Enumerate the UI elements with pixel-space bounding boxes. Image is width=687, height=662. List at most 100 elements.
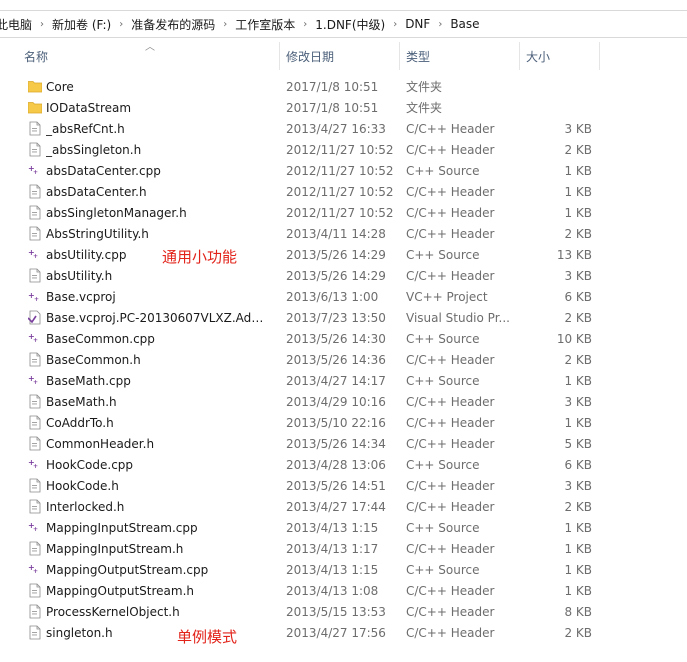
breadcrumb-separator-icon[interactable]: › bbox=[432, 19, 448, 30]
file-row[interactable]: absSingletonManager.h 2012/11/27 10:52 C/C… bbox=[0, 202, 687, 223]
folder-icon bbox=[27, 100, 43, 115]
header-file-icon bbox=[28, 184, 42, 199]
file-type: Visual Studio Pr... bbox=[406, 310, 510, 325]
address-breadcrumb[interactable]: 此电脑›新加卷 (F:)›准备发布的源码›工作室版本›1.DNF(中级)›DNF… bbox=[0, 10, 687, 38]
file-date: 2013/4/13 1:08 bbox=[286, 583, 379, 598]
file-row[interactable]: + + HookCode.cpp 2013/4/28 13:06 C++ Source 6… bbox=[0, 454, 687, 475]
file-row[interactable]: + + MappingInputStream.cpp 2013/4/13 1:15 C+… bbox=[0, 517, 687, 538]
breadcrumb-separator-icon[interactable]: › bbox=[297, 19, 313, 30]
cpp-file-icon: + + bbox=[28, 163, 42, 178]
file-type: C++ Source bbox=[406, 331, 480, 346]
file-date: 2013/5/26 14:34 bbox=[286, 436, 386, 451]
file-row[interactable]: + + Base.vcproj 2013/6/13 1:00 VC++ Project 6… bbox=[0, 286, 687, 307]
file-row[interactable]: CommonHeader.h 2013/5/26 14:34 C/C++ Heade… bbox=[0, 433, 687, 454]
svg-text:+: + bbox=[33, 253, 38, 260]
file-size: 1 KB bbox=[564, 205, 592, 220]
file-row[interactable]: singleton.h 2013/4/27 17:56 C/C++ Header 2 … bbox=[0, 622, 687, 643]
file-date: 2012/11/27 10:52 bbox=[286, 163, 394, 178]
file-size: 1 KB bbox=[564, 583, 592, 598]
file-name: MappingInputStream.cpp bbox=[46, 520, 198, 535]
file-size: 10 KB bbox=[556, 331, 592, 346]
file-row[interactable]: absUtility.h 2013/5/26 14:29 C/C++ Header 3… bbox=[0, 265, 687, 286]
annotation-singleton: 单例模式 bbox=[177, 628, 238, 646]
file-type: C/C++ Header bbox=[406, 478, 495, 493]
file-size: 3 KB bbox=[564, 394, 592, 409]
file-type: C/C++ Header bbox=[406, 226, 495, 241]
file-row[interactable]: Base.vcproj.PC-20130607VLXZ.Admin... 2013… bbox=[0, 307, 687, 328]
file-size: 1 KB bbox=[564, 415, 592, 430]
file-row[interactable]: absDataCenter.h 2012/11/27 10:52 C/C++ Hea… bbox=[0, 181, 687, 202]
file-row[interactable]: CoAddrTo.h 2013/5/10 22:16 C/C++ Header 1 K… bbox=[0, 412, 687, 433]
file-name: BaseCommon.cpp bbox=[46, 331, 155, 346]
file-date: 2013/4/27 14:17 bbox=[286, 373, 386, 388]
breadcrumb-separator-icon[interactable]: › bbox=[387, 19, 403, 30]
header-file-icon bbox=[28, 604, 42, 619]
header-file-icon bbox=[28, 499, 42, 514]
file-row[interactable]: + + absDataCenter.cpp 2012/11/27 10:52 C++ S… bbox=[0, 160, 687, 181]
breadcrumb-item[interactable]: 1.DNF(中级) bbox=[313, 16, 387, 33]
file-row[interactable]: + + BaseCommon.cpp 2013/5/26 14:30 C++ Sourc… bbox=[0, 328, 687, 349]
file-type: C/C++ Header bbox=[406, 142, 495, 157]
breadcrumb-separator-icon[interactable]: › bbox=[217, 19, 233, 30]
file-row[interactable]: MappingInputStream.h 2013/4/13 1:17 C/C++ … bbox=[0, 538, 687, 559]
file-name: HookCode.h bbox=[46, 478, 119, 493]
file-row[interactable]: HookCode.h 2013/5/26 14:51 C/C++ Header 3 K… bbox=[0, 475, 687, 496]
header-file-icon bbox=[28, 268, 42, 283]
file-name: absDataCenter.cpp bbox=[46, 163, 161, 178]
file-type: C/C++ Header bbox=[406, 499, 495, 514]
file-row[interactable]: Core 2017/1/8 10:51 文件夹 bbox=[0, 76, 687, 97]
breadcrumb-item[interactable]: 新加卷 (F:) bbox=[50, 16, 113, 33]
breadcrumb-separator-icon[interactable]: › bbox=[113, 19, 129, 30]
file-date: 2013/5/26 14:30 bbox=[286, 331, 386, 346]
file-size: 1 KB bbox=[564, 562, 592, 577]
file-name: singleton.h bbox=[46, 625, 113, 640]
column-header-type[interactable]: 类型 bbox=[400, 42, 520, 70]
file-date: 2013/5/15 13:53 bbox=[286, 604, 386, 619]
breadcrumb-separator-icon[interactable]: › bbox=[34, 19, 50, 30]
breadcrumb-item[interactable]: DNF bbox=[403, 17, 432, 31]
column-header-date[interactable]: 修改日期 bbox=[280, 42, 400, 70]
column-header-date-label: 修改日期 bbox=[286, 49, 335, 64]
file-size: 3 KB bbox=[564, 478, 592, 493]
file-row[interactable]: AbsStringUtility.h 2013/4/11 14:28 C/C++ H… bbox=[0, 223, 687, 244]
file-row[interactable]: BaseMath.h 2013/4/29 10:16 C/C++ Header 3 K… bbox=[0, 391, 687, 412]
file-name: absUtility.cpp bbox=[46, 247, 127, 262]
file-row[interactable]: BaseCommon.h 2013/5/26 14:36 C/C++ Header 2… bbox=[0, 349, 687, 370]
file-row[interactable]: _absSingleton.h 2012/11/27 10:52 C/C++ Hea… bbox=[0, 139, 687, 160]
file-date: 2012/11/27 10:52 bbox=[286, 184, 394, 199]
file-type: 文件夹 bbox=[406, 101, 443, 115]
breadcrumb-item[interactable]: 工作室版本 bbox=[233, 16, 297, 33]
file-row[interactable]: + + absUtility.cpp 2013/5/26 14:29 C++ Sourc… bbox=[0, 244, 687, 265]
header-file-icon bbox=[28, 121, 42, 136]
column-header-type-label: 类型 bbox=[406, 49, 431, 64]
column-header-size[interactable]: 大小 bbox=[520, 42, 600, 70]
file-date: 2013/4/27 17:44 bbox=[286, 499, 386, 514]
file-row[interactable]: _absRefCnt.h 2013/4/27 16:33 C/C++ Header 3… bbox=[0, 118, 687, 139]
file-row[interactable]: IODataStream 2017/1/8 10:51 文件夹 bbox=[0, 97, 687, 118]
file-size: 1 KB bbox=[564, 520, 592, 535]
file-row[interactable]: MappingOutputStream.h 2013/4/13 1:08 C/C++… bbox=[0, 580, 687, 601]
column-header-name-label: 名称 bbox=[24, 49, 49, 64]
file-size: 1 KB bbox=[564, 184, 592, 199]
file-type: C/C++ Header bbox=[406, 121, 495, 136]
breadcrumb-item[interactable]: Base bbox=[448, 17, 481, 31]
header-file-icon bbox=[28, 436, 42, 451]
breadcrumb-item[interactable]: 准备发布的源码 bbox=[129, 16, 217, 33]
file-row[interactable]: ProcessKernelObject.h 2013/5/15 13:53 C/C+… bbox=[0, 601, 687, 622]
header-file-icon bbox=[28, 625, 42, 640]
file-type: C++ Source bbox=[406, 457, 480, 472]
breadcrumb-item[interactable]: 此电脑 bbox=[0, 16, 34, 33]
file-row[interactable]: Interlocked.h 2013/4/27 17:44 C/C++ Header… bbox=[0, 496, 687, 517]
file-type: C/C++ Header bbox=[406, 394, 495, 409]
file-name: HookCode.cpp bbox=[46, 457, 134, 472]
file-row[interactable]: + + BaseMath.cpp 2013/4/27 14:17 C++ Source 1… bbox=[0, 370, 687, 391]
file-date: 2012/11/27 10:52 bbox=[286, 205, 394, 220]
column-header-size-label: 大小 bbox=[526, 49, 551, 64]
file-row[interactable]: + + MappingOutputStream.cpp 2013/4/13 1:15 C… bbox=[0, 559, 687, 580]
file-name: CoAddrTo.h bbox=[46, 415, 114, 430]
file-name: BaseCommon.h bbox=[46, 352, 141, 367]
column-header-name[interactable]: ︿ 名称 bbox=[0, 42, 280, 70]
file-date: 2013/4/13 1:15 bbox=[286, 562, 379, 577]
cpp-file-icon: + + bbox=[28, 562, 42, 577]
file-name: absDataCenter.h bbox=[46, 184, 147, 199]
